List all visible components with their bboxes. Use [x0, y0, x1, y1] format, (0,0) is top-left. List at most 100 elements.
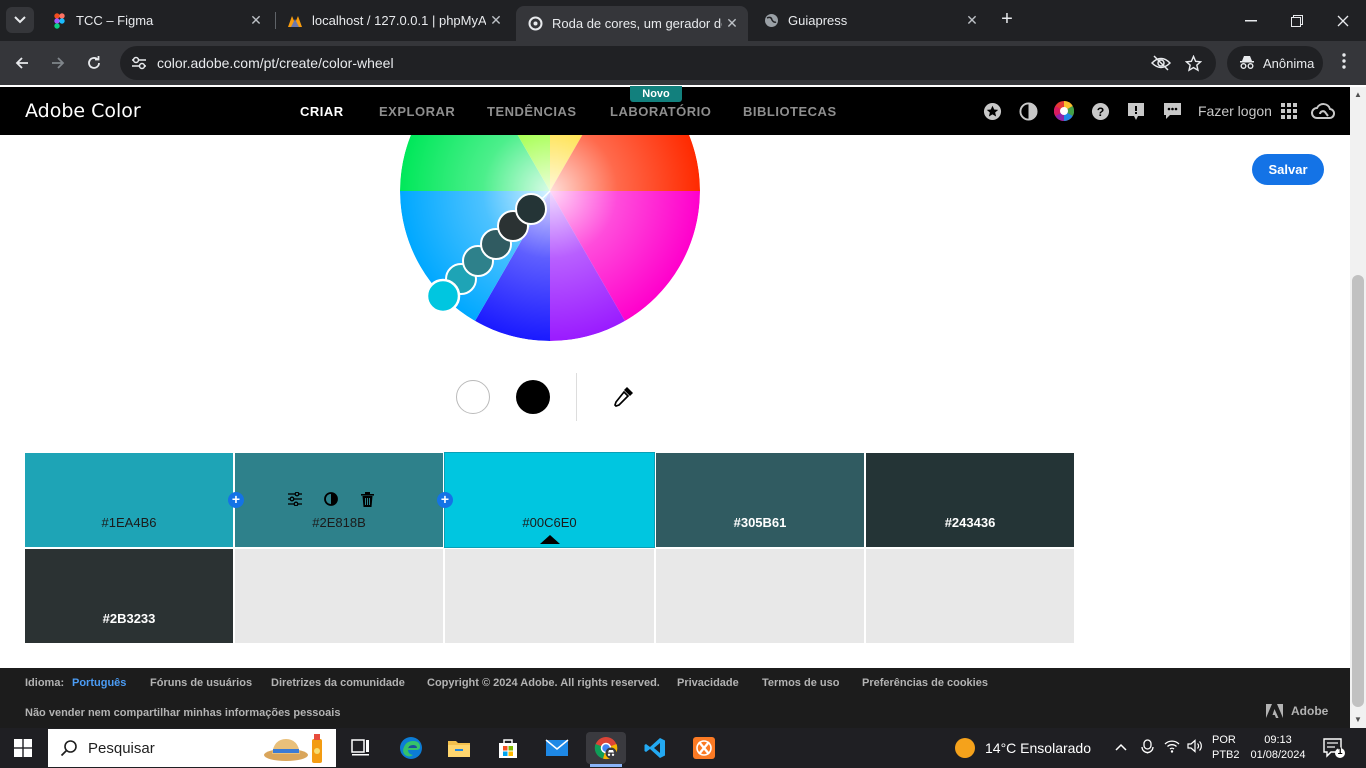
scrollbar-thumb[interactable] [1352, 275, 1364, 707]
footer-link-terms[interactable]: Termos de uso [762, 677, 839, 689]
chrome-incognito-icon[interactable] [586, 732, 626, 767]
incognito-profile-button[interactable]: Anônima [1227, 46, 1323, 80]
tab-search-button[interactable] [6, 7, 34, 33]
tab-title: localhost / 127.0.0.1 | phpMyAdmin [312, 13, 486, 28]
svg-text:?: ? [1096, 104, 1104, 118]
adjust-sliders-icon[interactable] [287, 491, 303, 507]
close-tab-icon[interactable]: ✕ [246, 12, 266, 29]
vscode-icon[interactable] [635, 732, 675, 764]
volume-icon[interactable] [1187, 739, 1203, 756]
report-issue-icon[interactable] [1126, 101, 1146, 121]
network-wifi-icon[interactable] [1164, 739, 1180, 756]
forward-button[interactable] [45, 50, 71, 76]
footer-link-privacy[interactable]: Privacidade [677, 677, 739, 689]
site-settings-icon[interactable] [128, 52, 150, 74]
feedback-chat-icon[interactable] [1162, 101, 1182, 121]
back-button[interactable] [9, 50, 35, 76]
help-icon[interactable]: ? [1090, 101, 1110, 121]
restore-window-button[interactable] [1274, 0, 1320, 41]
nav-criar[interactable]: CRIAR [300, 104, 344, 119]
browser-tab-adobe-color[interactable]: Roda de cores, um gerador de paletas ✕ [516, 6, 748, 41]
minimize-window-button[interactable] [1228, 0, 1274, 41]
nav-tendencias[interactable]: TENDÊNCIAS [487, 104, 577, 119]
reload-button[interactable] [81, 50, 107, 76]
show-hidden-icons-chevron-icon[interactable] [1115, 739, 1127, 754]
footer-link-do-not-sell[interactable]: Não vender nem compartilhar minhas infor… [25, 707, 340, 719]
tab-title: Guiapress [788, 13, 848, 28]
empty-swatch-slot[interactable] [445, 549, 654, 643]
footer-link-forums[interactable]: Fóruns de usuários [150, 677, 252, 689]
add-swatch-plus-icon[interactable]: + [228, 492, 244, 508]
browser-tab-strip: TCC – Figma ✕ localhost / 127.0.0.1 | ph… [0, 0, 1366, 41]
summer-hat-illustration-icon [262, 733, 328, 768]
notification-count: 1 [1337, 746, 1343, 756]
contrast-icon[interactable] [1018, 101, 1038, 121]
close-tab-icon[interactable]: ✕ [962, 12, 982, 29]
palette-swatch-5[interactable]: #243436 [866, 453, 1074, 547]
empty-swatch-slot[interactable] [656, 549, 864, 643]
color-wheel-icon[interactable] [1054, 101, 1074, 121]
meet-now-icon[interactable] [1141, 739, 1154, 757]
close-window-button[interactable] [1320, 0, 1366, 41]
close-tab-icon[interactable]: ✕ [722, 15, 742, 32]
nav-bibliotecas[interactable]: BIBLIOTECAS [743, 104, 837, 119]
empty-swatch-slot[interactable] [866, 549, 1074, 643]
browser-tab-guiapress[interactable]: Guiapress ✕ [752, 6, 988, 35]
empty-swatch-slot[interactable] [235, 549, 443, 643]
language-selector[interactable]: Português [72, 677, 126, 689]
search-icon [60, 740, 77, 757]
palette-swatch-4[interactable]: #305B61 [656, 453, 864, 547]
brand-logo[interactable]: Adobe Color [25, 100, 141, 122]
favorites-star-icon[interactable] [982, 101, 1002, 121]
adobe-color-icon [527, 16, 543, 32]
browser-menu-button[interactable] [1334, 50, 1354, 76]
xampp-icon[interactable] [684, 732, 724, 764]
weather-widget[interactable]: 14°C Ensolarado [955, 738, 1091, 758]
microsoft-store-icon[interactable] [488, 732, 528, 764]
palette-swatch-2[interactable]: #2E818B [235, 453, 443, 547]
nav-explorar[interactable]: EXPLORAR [379, 104, 455, 119]
tab-title: TCC – Figma [76, 13, 154, 28]
trash-icon[interactable] [359, 491, 375, 507]
edge-browser-icon[interactable] [391, 732, 431, 764]
windows-start-icon[interactable] [14, 739, 32, 757]
palette-swatch-6[interactable]: #2B3233 [25, 549, 233, 643]
nav-laboratorio[interactable]: LABORATÓRIO [610, 104, 711, 119]
eye-off-icon[interactable] [1151, 53, 1171, 73]
set-base-color-icon[interactable] [323, 491, 339, 507]
color-wheel[interactable] [399, 135, 700, 341]
page-scrollbar[interactable]: ▲ ▼ [1350, 87, 1366, 728]
new-badge: Novo [630, 86, 682, 102]
phpmyadmin-icon [287, 13, 303, 29]
site-header: Adobe Color CRIAR EXPLORAR TENDÊNCIAS No… [0, 86, 1350, 135]
color-wheel-page: Salvar #1EA4B6 #2E818B #00C6E0 #305B61 #… [0, 135, 1350, 668]
bookmark-star-icon[interactable] [1183, 53, 1203, 73]
eyedropper-icon[interactable] [609, 383, 637, 411]
file-explorer-icon[interactable] [439, 732, 479, 764]
notification-center-icon[interactable]: 1 [1323, 738, 1345, 758]
palette-swatch-1[interactable]: #1EA4B6 [25, 453, 233, 547]
browser-tab-figma[interactable]: TCC – Figma ✕ [40, 6, 272, 35]
creative-cloud-icon[interactable] [1311, 101, 1335, 121]
scroll-up-icon[interactable]: ▲ [1350, 87, 1366, 103]
system-clock[interactable]: 09:13 01/08/2024 [1246, 733, 1310, 763]
mail-icon[interactable] [537, 732, 577, 764]
apps-grid-icon[interactable] [1279, 101, 1299, 121]
input-language-indicator[interactable]: POR PTB2 [1212, 733, 1240, 763]
windows-taskbar: Pesquisar 14°C Ensolarado POR PTB2 09:13… [0, 728, 1366, 768]
taskbar-search-box[interactable]: Pesquisar [48, 729, 336, 767]
add-swatch-plus-icon[interactable]: + [437, 492, 453, 508]
black-swatch-button[interactable] [516, 380, 550, 414]
address-bar[interactable]: color.adobe.com/pt/create/color-wheel [120, 46, 1216, 80]
footer-link-guidelines[interactable]: Diretrizes da comunidade [271, 677, 405, 689]
browser-tab-phpmyadmin[interactable]: localhost / 127.0.0.1 | phpMyAdmin ✕ [276, 6, 512, 35]
scroll-down-icon[interactable]: ▼ [1350, 712, 1366, 728]
save-button[interactable]: Salvar [1252, 154, 1324, 185]
close-tab-icon[interactable]: ✕ [486, 12, 506, 29]
sign-in-link[interactable]: Fazer logon [1198, 103, 1272, 119]
palette-swatch-3-selected[interactable]: #00C6E0 [444, 452, 655, 548]
footer-link-cookies[interactable]: Preferências de cookies [862, 677, 988, 689]
task-view-icon[interactable] [341, 732, 381, 764]
white-swatch-button[interactable] [456, 380, 490, 414]
new-tab-button[interactable]: + [996, 9, 1018, 31]
